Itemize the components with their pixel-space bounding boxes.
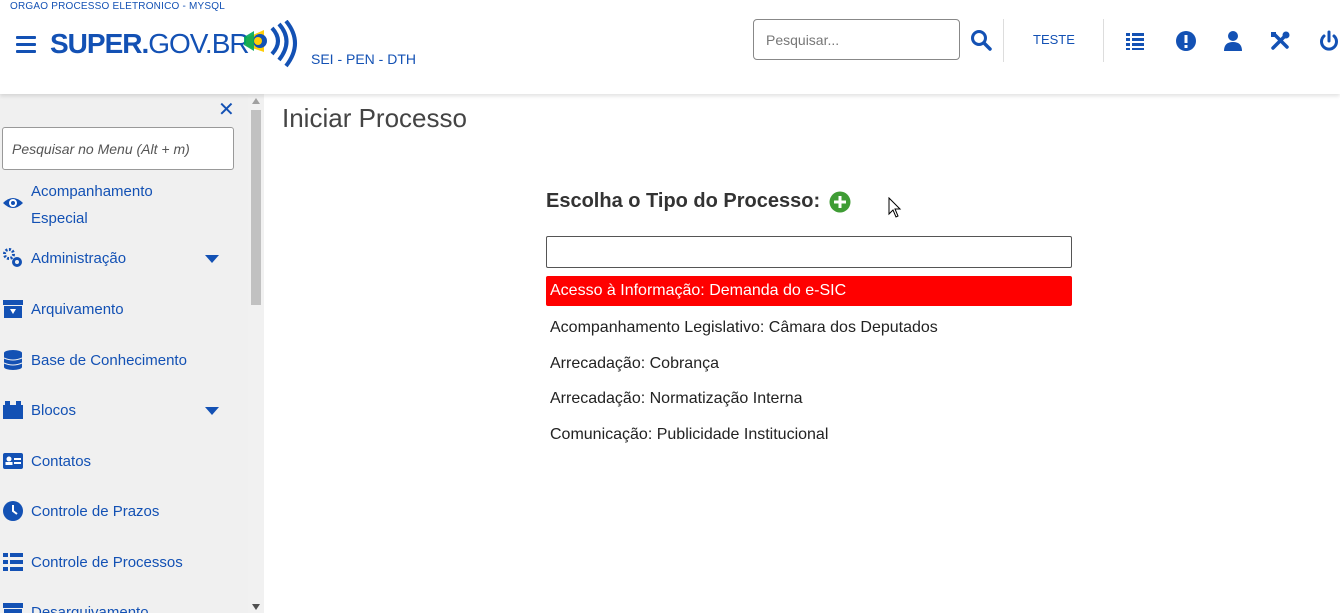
- logo-bold-text: SUPER.: [50, 28, 149, 59]
- scroll-thumb[interactable]: [251, 110, 261, 305]
- user-icon[interactable]: [1222, 30, 1244, 52]
- sidebar-menu: ✕ Acompanhamento Especial Administração …: [0, 94, 248, 613]
- close-icon[interactable]: ✕: [218, 100, 235, 120]
- sidebar-item-label: Administração: [31, 250, 127, 267]
- top-header: ORGAO PROCESSO ELETRONICO - MYSQL SUPER.…: [0, 0, 1340, 94]
- org-name: ORGAO PROCESSO ELETRONICO - MYSQL: [10, 1, 225, 12]
- contact-card-icon: [3, 453, 23, 469]
- menu-search-input[interactable]: [2, 127, 234, 170]
- sidebar-item-arquivamento[interactable]: Arquivamento: [0, 296, 248, 326]
- sidebar-item-label: Contatos: [31, 453, 92, 470]
- systems-label: SEI - PEN - DTH: [311, 51, 417, 67]
- tools-icon[interactable]: [1269, 30, 1291, 52]
- sidebar-item-label: Blocos: [31, 402, 77, 419]
- power-icon[interactable]: [1318, 30, 1340, 52]
- sidebar-item-blocos[interactable]: Blocos: [0, 397, 248, 427]
- add-icon[interactable]: [829, 191, 851, 213]
- search-input[interactable]: [753, 19, 960, 60]
- sidebar-item-label: Especial: [31, 210, 88, 227]
- sidebar-item-label: Arquivamento: [31, 301, 124, 318]
- unit-selector[interactable]: TESTE: [1033, 32, 1075, 47]
- sidebar-item-base-conhecimento[interactable]: Base de Conhecimento: [0, 347, 248, 377]
- sidebar-item-controle-processos[interactable]: Controle de Processos: [0, 549, 248, 579]
- scroll-up-arrow[interactable]: [252, 98, 260, 104]
- search-icon[interactable]: [970, 29, 992, 51]
- sidebar-item-label: Controle de Processos: [31, 554, 183, 571]
- sidebar-item-acompanhamento-especial[interactable]: Acompanhamento Especial: [0, 178, 248, 232]
- unarchive-icon: [3, 603, 23, 613]
- divider: [1003, 19, 1004, 62]
- archive-icon: [3, 300, 23, 318]
- sidebar-item-label: Desarquivamento: [31, 604, 149, 613]
- list-icon: [3, 553, 23, 571]
- blocks-icon: [3, 401, 23, 419]
- menu-icon[interactable]: [16, 36, 36, 54]
- chevron-down-icon[interactable]: [205, 407, 219, 415]
- process-type-option[interactable]: Comunicação: Publicidade Institucional: [546, 420, 1072, 450]
- sidebar-scrollbar[interactable]: [248, 94, 264, 613]
- sidebar-item-label: Controle de Prazos: [31, 503, 160, 520]
- sidebar-item-administracao[interactable]: Administração: [0, 245, 248, 275]
- notice-icon[interactable]: [1175, 30, 1197, 52]
- clock-icon: [3, 501, 23, 521]
- sidebar-item-label: Base de Conhecimento: [31, 352, 187, 369]
- govbr-logo-icon: [244, 20, 297, 68]
- process-type-filter-input[interactable]: [546, 236, 1072, 268]
- process-type-option[interactable]: Arrecadação: Normatização Interna: [546, 384, 1072, 414]
- blocks-icon[interactable]: [1124, 30, 1146, 52]
- process-type-option[interactable]: Acompanhamento Legislativo: Câmara dos D…: [546, 313, 1072, 343]
- logo-thin-text: GOV.BR: [148, 28, 249, 59]
- divider: [1103, 19, 1104, 62]
- mouse-pointer-icon: [888, 197, 902, 218]
- sidebar-item-desarquivamento[interactable]: Desarquivamento: [0, 599, 248, 613]
- process-type-option[interactable]: Arrecadação: Cobrança: [546, 349, 1072, 379]
- chevron-down-icon[interactable]: [205, 255, 219, 263]
- sidebar-item-controle-prazos[interactable]: Controle de Prazos: [0, 498, 248, 528]
- logo[interactable]: SUPER.GOV.BR: [50, 28, 250, 60]
- process-type-option[interactable]: Acesso à Informação: Demanda do e-SIC: [546, 276, 1072, 306]
- gears-icon: [3, 248, 22, 267]
- page-title: Iniciar Processo: [282, 103, 467, 133]
- database-icon: [3, 350, 23, 370]
- scroll-down-arrow[interactable]: [252, 604, 260, 610]
- sidebar-item-contatos[interactable]: Contatos: [0, 448, 248, 478]
- sidebar-item-label: Acompanhamento: [31, 183, 153, 200]
- choose-type-label: Escolha o Tipo do Processo:: [546, 190, 821, 212]
- eye-icon: [3, 198, 23, 208]
